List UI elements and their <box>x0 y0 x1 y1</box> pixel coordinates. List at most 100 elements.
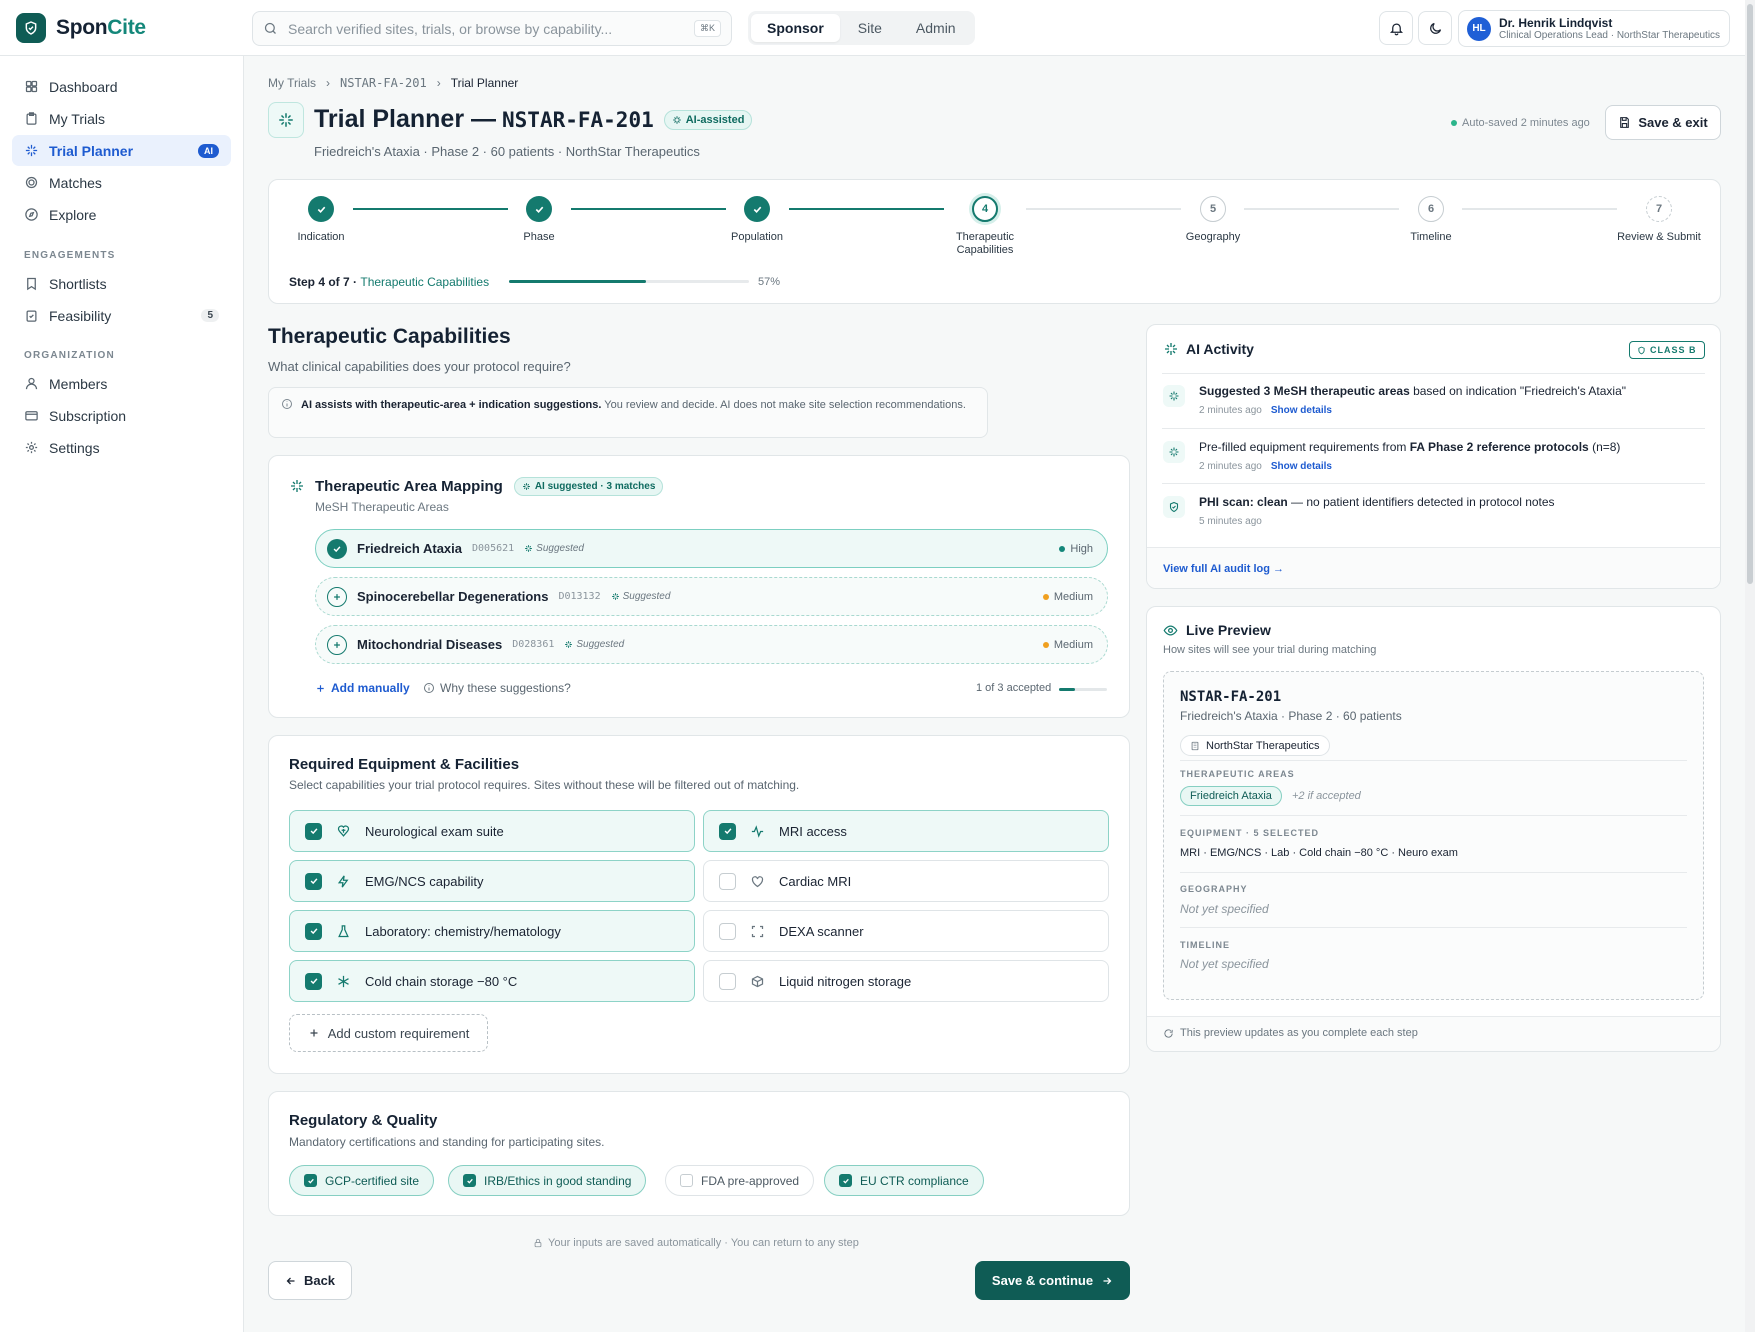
regulatory-fda-preapproved[interactable]: FDA pre-approved <box>665 1165 815 1196</box>
regulatory-eu-ctr[interactable]: EU CTR compliance <box>824 1165 984 1196</box>
activity-text: Suggested 3 MeSH therapeutic areas based… <box>1199 384 1627 398</box>
checkbox[interactable] <box>463 1174 476 1187</box>
sidebar-item-shortlists[interactable]: Shortlists <box>12 268 231 299</box>
role-sponsor[interactable]: Sponsor <box>751 14 840 42</box>
regulatory-gcp-certified[interactable]: GCP-certified site <box>289 1165 435 1196</box>
search-bar[interactable]: ⌘K <box>252 11 732 46</box>
why-suggestions-link[interactable]: Why these suggestions? <box>423 681 571 695</box>
arrow-left-icon <box>286 1277 295 1284</box>
sidebar-item-explore[interactable]: Explore <box>12 199 231 230</box>
section-subtitle: What clinical capabilities does your pro… <box>268 359 571 374</box>
regulatory-irb-ethics[interactable]: IRB/Ethics in good standing <box>448 1165 647 1196</box>
activity-meta: 2 minutes ago Show details <box>1199 405 1332 416</box>
step-connector <box>789 208 944 210</box>
feasibility-count: 5 <box>201 309 219 322</box>
step-7-review-submit[interactable]: 7 <box>1646 196 1672 222</box>
equipment-emg-ncs[interactable]: EMG/NCS capability <box>289 860 695 902</box>
search-input[interactable] <box>288 20 684 37</box>
app-logo[interactable]: SponCite <box>16 13 146 43</box>
checkbox[interactable] <box>305 972 322 990</box>
sidebar-item-members[interactable]: Members <box>12 368 231 399</box>
add-circle-icon[interactable] <box>327 586 347 607</box>
checkbox[interactable] <box>680 1174 693 1187</box>
breadcrumb-my-trials[interactable]: My Trials <box>268 76 316 90</box>
sidebar-item-my-trials[interactable]: My Trials <box>12 103 231 134</box>
compass-icon <box>25 208 38 221</box>
theme-toggle-button[interactable] <box>1418 11 1452 45</box>
step-label: Phase <box>523 231 555 243</box>
preview-eq-label: EQUIPMENT · 5 SELECTED <box>1180 828 1320 838</box>
regulatory-title: Regulatory & Quality <box>289 1112 438 1129</box>
equipment-cardiac-mri[interactable]: Cardiac MRI <box>703 860 1109 902</box>
ta-row-friedreich-ataxia[interactable]: Friedreich Ataxia D005621 Suggested High <box>315 529 1108 568</box>
step-4-therapeutic-capabilities[interactable]: 4 <box>972 196 998 222</box>
sparkle-icon <box>565 641 573 648</box>
status-dot <box>1451 120 1457 126</box>
equipment-neuro-exam-suite[interactable]: Neurological exam suite <box>289 810 695 852</box>
role-site[interactable]: Site <box>842 14 898 42</box>
sidebar-item-feasibility[interactable]: Feasibility 5 <box>12 300 231 331</box>
save-exit-button[interactable]: Save & exit <box>1605 105 1721 140</box>
sidebar-item-label: Subscription <box>49 407 127 424</box>
equipment-mri-access[interactable]: MRI access <box>703 810 1109 852</box>
step-label: Therapeutic Capabilities <box>955 231 1015 256</box>
step-1-indication[interactable] <box>308 196 334 222</box>
audit-log-link[interactable]: View full AI audit log → <box>1163 563 1284 575</box>
breadcrumb-trial[interactable]: NSTAR-FA-201 <box>340 76 427 90</box>
equipment-title: Required Equipment & Facilities <box>289 756 520 773</box>
step-label: Geography <box>1185 231 1241 243</box>
add-custom-requirement-button[interactable]: Add custom requirement <box>289 1014 488 1052</box>
checkbox[interactable] <box>304 1174 317 1187</box>
checkbox[interactable] <box>305 922 322 940</box>
ai-suggested-badge: AI suggested · 3 matches <box>513 477 664 496</box>
checkbox[interactable] <box>719 922 736 940</box>
add-circle-icon[interactable] <box>327 634 347 655</box>
accepted-check-icon[interactable] <box>327 538 347 559</box>
preview-title: Live Preview <box>1186 622 1271 638</box>
step-label: Timeline <box>1410 231 1452 243</box>
role-admin[interactable]: Admin <box>900 14 972 42</box>
show-details-link[interactable]: Show details <box>1271 405 1332 416</box>
step-label: Indication <box>297 231 345 243</box>
sparkle-icon <box>268 102 304 138</box>
save-continue-button[interactable]: Save & continue <box>975 1261 1130 1300</box>
checkbox[interactable] <box>305 822 322 840</box>
preview-geo-value: Not yet specified <box>1180 902 1269 916</box>
user-menu[interactable]: HL Dr. Henrik Lindqvist Clinical Operati… <box>1458 10 1730 47</box>
step-5-geography[interactable]: 5 <box>1200 196 1226 222</box>
checkbox[interactable] <box>305 872 322 890</box>
sidebar-item-dashboard[interactable]: Dashboard <box>12 71 231 102</box>
pulse-icon <box>751 824 764 838</box>
notifications-button[interactable] <box>1379 11 1413 45</box>
heart-icon <box>751 875 764 887</box>
ta-row-spinocerebellar-degenerations[interactable]: Spinocerebellar Degenerations D013132 Su… <box>315 577 1108 616</box>
scrollbar-thumb[interactable] <box>1747 4 1753 584</box>
checkbox[interactable] <box>719 822 736 840</box>
equipment-cold-chain[interactable]: Cold chain storage −80 °C <box>289 960 695 1002</box>
sidebar-item-trial-planner[interactable]: Trial Planner AI <box>12 135 231 166</box>
step-connector <box>1244 208 1399 210</box>
step-6-timeline[interactable]: 6 <box>1418 196 1444 222</box>
preview-footer-note: This preview updates as you complete eac… <box>1163 1027 1418 1039</box>
step-3-population[interactable] <box>744 196 770 222</box>
preview-ta-chip: Friedreich Ataxia <box>1180 786 1282 806</box>
sidebar-item-subscription[interactable]: Subscription <box>12 400 231 431</box>
ai-assisted-badge: AI-assisted <box>663 109 753 130</box>
show-details-link[interactable]: Show details <box>1271 461 1332 472</box>
equipment-dexa-scanner[interactable]: DEXA scanner <box>703 910 1109 952</box>
sidebar-item-settings[interactable]: Settings <box>12 432 231 463</box>
page-scrollbar[interactable] <box>1745 0 1755 1332</box>
scan-icon <box>751 925 764 937</box>
add-manually-link[interactable]: Add manually <box>315 681 410 695</box>
checkbox[interactable] <box>719 972 736 990</box>
checkbox[interactable] <box>719 872 736 890</box>
step-2-phase[interactable] <box>526 196 552 222</box>
equipment-laboratory[interactable]: Laboratory: chemistry/hematology <box>289 910 695 952</box>
back-button[interactable]: Back <box>268 1261 352 1300</box>
checkbox[interactable] <box>839 1174 852 1187</box>
equipment-liquid-nitrogen[interactable]: Liquid nitrogen storage <box>703 960 1109 1002</box>
progress-percent: 57% <box>758 276 781 288</box>
sidebar-item-matches[interactable]: Matches <box>12 167 231 198</box>
avatar: HL <box>1467 16 1491 41</box>
ta-row-mitochondrial-diseases[interactable]: Mitochondrial Diseases D028361 Suggested… <box>315 625 1108 664</box>
